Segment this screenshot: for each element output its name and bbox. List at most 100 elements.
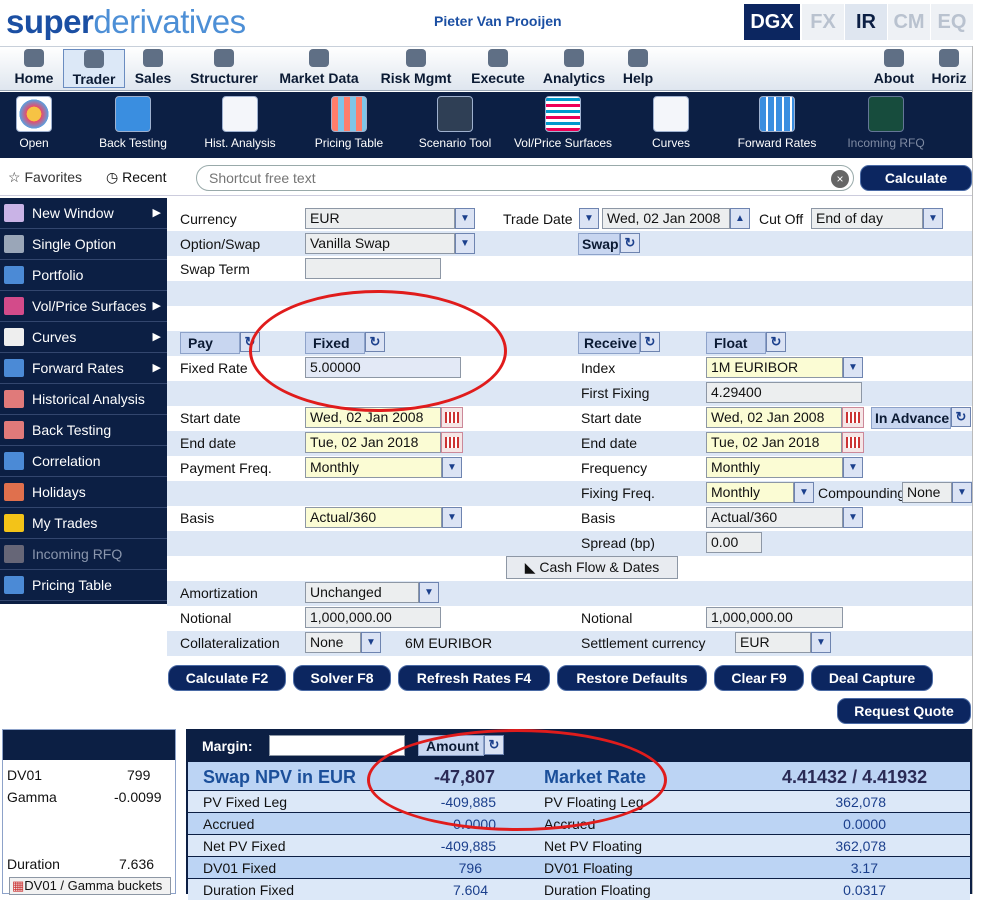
swap-button[interactable]: Swap <box>578 233 620 255</box>
refresh-icon[interactable]: ↻ <box>365 332 385 352</box>
tool-curves[interactable]: Curves <box>621 96 721 150</box>
calendar-icon[interactable] <box>441 407 463 428</box>
first-fixing-field[interactable]: 4.29400 <box>706 382 862 403</box>
chevron-down-icon[interactable]: ▼ <box>419 582 439 603</box>
refresh-rates-button[interactable]: Refresh Rates F4 <box>398 665 550 691</box>
solver-f8-button[interactable]: Solver F8 <box>293 665 391 691</box>
tool-open[interactable]: Open <box>0 96 84 150</box>
basis-rec-select[interactable]: Actual/360 <box>706 507 843 528</box>
chevron-down-icon[interactable]: ▼ <box>442 507 462 528</box>
sidebar-item-correlation[interactable]: Correlation <box>0 446 167 477</box>
amount-button[interactable]: Amount <box>418 735 484 756</box>
frequency-select[interactable]: Monthly <box>706 457 843 478</box>
menu-about[interactable]: About <box>868 49 920 86</box>
sidebar-item-pricing-table[interactable]: Pricing Table <box>0 570 167 601</box>
chevron-down-icon[interactable]: ▼ <box>579 208 599 229</box>
refresh-icon[interactable]: ↻ <box>240 332 260 352</box>
sidebar-item-my-trades[interactable]: My Trades <box>0 508 167 539</box>
fixed-rate-field[interactable]: 5.00000 <box>305 357 461 378</box>
menu-home[interactable]: Home <box>10 49 58 86</box>
refresh-icon[interactable]: ↻ <box>484 735 504 755</box>
product-tab-eq[interactable]: EQ <box>931 4 973 40</box>
refresh-icon[interactable]: ↻ <box>951 407 971 427</box>
product-tab-dgx[interactable]: DGX <box>744 4 800 40</box>
sidebar-item-single-option[interactable]: Single Option <box>0 229 167 260</box>
menu-structurer[interactable]: Structurer <box>184 49 264 86</box>
sidebar-item-vol-price-surfaces[interactable]: Vol/Price Surfaces ▶ <box>0 291 167 322</box>
index-select[interactable]: 1M EURIBOR <box>706 357 843 378</box>
chevron-down-icon[interactable]: ▼ <box>455 233 475 254</box>
in-advance-button[interactable]: In Advance <box>871 407 951 429</box>
calendar-icon[interactable] <box>842 407 864 428</box>
sidebar-item-historical-analysis[interactable]: Historical Analysis <box>0 384 167 415</box>
restore-defaults-button[interactable]: Restore Defaults <box>557 665 707 691</box>
sidebar-item-portfolio[interactable]: Portfolio <box>0 260 167 291</box>
menu-horiz[interactable]: Horiz <box>926 49 972 86</box>
chevron-down-icon[interactable]: ▼ <box>843 507 863 528</box>
end-date-rec-field[interactable]: Tue, 02 Jan 2018 <box>706 432 842 453</box>
tool-back-testing[interactable]: Back Testing <box>83 96 183 150</box>
product-tab-cm[interactable]: CM <box>888 4 930 40</box>
calculate-f2-button[interactable]: Calculate F2 <box>168 665 286 691</box>
chevron-down-icon[interactable]: ▼ <box>811 632 831 653</box>
end-date-pay-field[interactable]: Tue, 02 Jan 2018 <box>305 432 441 453</box>
clear-f9-button[interactable]: Clear F9 <box>714 665 804 691</box>
basis-pay-select[interactable]: Actual/360 <box>305 507 442 528</box>
shortcut-input[interactable] <box>196 165 854 191</box>
currency-select[interactable]: EUR <box>305 208 455 229</box>
menu-analytics[interactable]: Analytics <box>538 49 610 86</box>
chevron-down-icon[interactable]: ▼ <box>843 457 863 478</box>
menu-risk-mgmt[interactable]: Risk Mgmt <box>374 49 458 86</box>
start-date-rec-field[interactable]: Wed, 02 Jan 2008 <box>706 407 842 428</box>
dv01-gamma-buckets-button[interactable]: ▦DV01 / Gamma buckets <box>9 877 171 895</box>
settlement-currency-select[interactable]: EUR <box>735 632 811 653</box>
spread-field[interactable]: 0.00 <box>706 532 762 553</box>
tool-hist-analysis[interactable]: Hist. Analysis <box>190 96 290 150</box>
refresh-icon[interactable]: ↻ <box>766 332 786 352</box>
recent-link[interactable]: ◷ Recent <box>106 169 166 186</box>
vertical-scrollbar[interactable] <box>972 46 1000 894</box>
chevron-down-icon[interactable]: ▼ <box>952 482 972 503</box>
deal-capture-button[interactable]: Deal Capture <box>811 665 933 691</box>
cutoff-select[interactable]: End of day <box>811 208 923 229</box>
menu-market-data[interactable]: Market Data <box>272 49 366 86</box>
notional-pay-field[interactable]: 1,000,000.00 <box>305 607 441 628</box>
clear-icon[interactable]: × <box>831 170 849 188</box>
tool-vol-price-surfaces[interactable]: Vol/Price Surfaces <box>513 96 613 150</box>
sidebar-item-curves[interactable]: Curves ▶ <box>0 322 167 353</box>
fixing-freq-select[interactable]: Monthly <box>706 482 794 503</box>
payment-freq-select[interactable]: Monthly <box>305 457 442 478</box>
chevron-down-icon[interactable]: ▼ <box>923 208 943 229</box>
product-tab-fx[interactable]: FX <box>802 4 844 40</box>
collateralization-select[interactable]: None <box>305 632 361 653</box>
chevron-down-icon[interactable]: ▼ <box>442 457 462 478</box>
margin-field[interactable] <box>269 735 405 756</box>
refresh-icon[interactable]: ↻ <box>640 332 660 352</box>
chevron-up-icon[interactable]: ▲ <box>730 208 750 229</box>
product-tab-ir[interactable]: IR <box>845 4 887 40</box>
refresh-icon[interactable]: ↻ <box>620 233 640 253</box>
calendar-icon[interactable] <box>842 432 864 453</box>
sidebar-item-back-testing[interactable]: Back Testing <box>0 415 167 446</box>
notional-rec-field[interactable]: 1,000,000.00 <box>706 607 843 628</box>
chevron-down-icon[interactable]: ▼ <box>361 632 381 653</box>
tool-forward-rates[interactable]: Forward Rates <box>727 96 827 150</box>
menu-trader[interactable]: Trader <box>63 49 125 88</box>
request-quote-button[interactable]: Request Quote <box>837 698 971 724</box>
tool-scenario[interactable]: Scenario Tool <box>405 96 505 150</box>
option-swap-select[interactable]: Vanilla Swap <box>305 233 455 254</box>
amortization-select[interactable]: Unchanged <box>305 582 419 603</box>
compounding-select[interactable]: None <box>902 482 952 503</box>
chevron-down-icon[interactable]: ▼ <box>455 208 475 229</box>
calculate-button[interactable]: Calculate <box>860 165 972 191</box>
sidebar-item-new-window[interactable]: New Window ▶ <box>0 198 167 229</box>
swap-term-field[interactable] <box>305 258 441 279</box>
sidebar-item-holidays[interactable]: Holidays <box>0 477 167 508</box>
cash-flow-button[interactable]: ◣ Cash Flow & Dates <box>506 556 678 579</box>
chevron-down-icon[interactable]: ▼ <box>794 482 814 503</box>
calendar-icon[interactable] <box>441 432 463 453</box>
sidebar-item-forward-rates[interactable]: Forward Rates ▶ <box>0 353 167 384</box>
menu-sales[interactable]: Sales <box>130 49 176 86</box>
menu-help[interactable]: Help <box>616 49 660 86</box>
tool-pricing-table[interactable]: Pricing Table <box>299 96 399 150</box>
